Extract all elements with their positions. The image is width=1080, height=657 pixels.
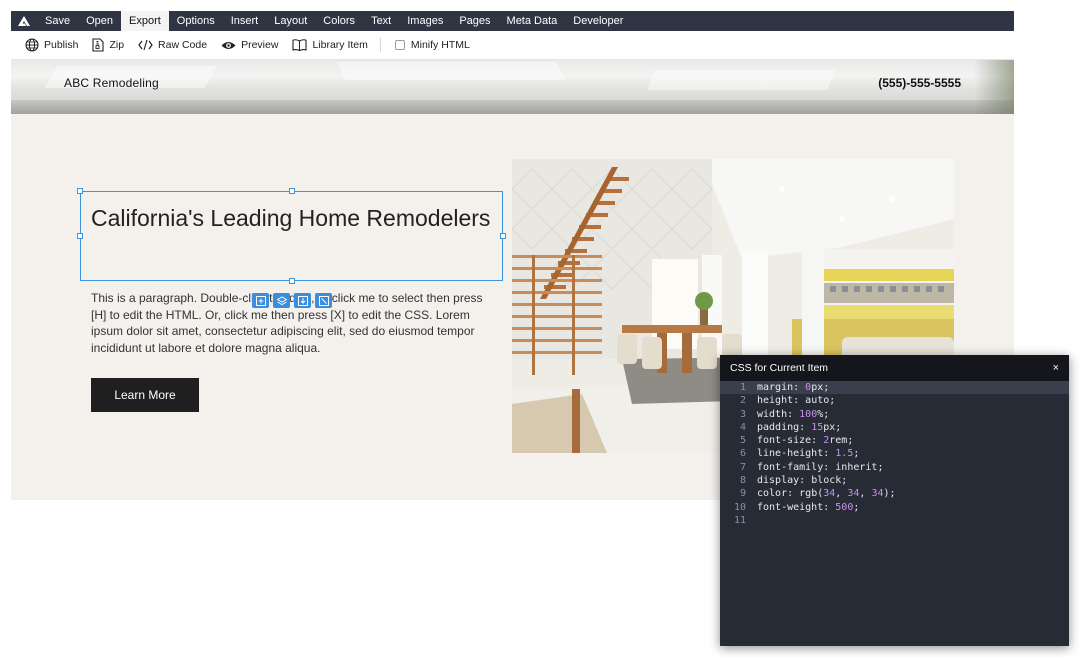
menu-developer[interactable]: Developer [565,11,631,31]
menu-insert[interactable]: Insert [223,11,267,31]
code-line[interactable]: 4 padding: 15px; [720,421,1069,434]
line-number: 8 [739,475,746,487]
zip-button[interactable]: Zip [92,38,124,52]
publish-label: Publish [44,39,79,51]
close-icon[interactable]: × [1053,362,1059,374]
layers-button[interactable] [273,293,290,308]
raw-code-button[interactable]: Raw Code [138,39,207,51]
css-editor-panel: CSS for Current Item × 1 margin: 0px; 2 hei… [720,355,1069,646]
banner-texture [336,62,566,80]
banner-texture [647,70,835,90]
code-line[interactable]: 8 display: block; [720,474,1069,487]
css-declaration: font-weight: 500; [757,501,860,513]
minify-html-label: Minify HTML [410,39,470,51]
menu-meta-data[interactable]: Meta Data [499,11,566,31]
menu-options[interactable]: Options [169,11,223,31]
code-line[interactable]: 9 color: rgb(34, 34, 34); [720,487,1069,500]
line-number: 7 [739,461,746,473]
code-line[interactable]: 2 height: auto; [720,394,1069,407]
logo-icon[interactable] [11,11,37,31]
learn-more-button[interactable]: Learn More [91,378,199,412]
menu-pages[interactable]: Pages [451,11,498,31]
save-to-library-button[interactable] [294,293,311,308]
code-line[interactable]: 7 font-family: inherit; [720,461,1069,474]
code-icon [138,39,153,51]
menu-colors[interactable]: Colors [315,11,363,31]
menu-export[interactable]: Export [121,11,169,31]
css-declaration: line-height: 1.5; [757,448,860,460]
site-phone[interactable]: (555)-555-5555 [878,76,961,90]
banner-foliage [974,60,1014,114]
css-declaration: display: block; [757,475,848,487]
download-icon [297,295,308,306]
resize-handle[interactable] [77,188,83,194]
css-declaration: height: auto; [757,395,836,407]
book-icon [292,39,307,51]
line-number: 10 [733,501,746,513]
line-number: 9 [739,488,746,500]
line-number: 2 [739,395,746,407]
line-number: 5 [739,435,746,447]
preview-label: Preview [241,39,279,51]
banner-shadow [11,100,1014,114]
css-declaration: font-family: inherit; [757,461,884,473]
library-item-label: Library Item [312,39,368,51]
css-declaration: font-size: 2rem; [757,435,854,447]
resize-handle[interactable] [289,188,295,194]
menu-bar: Save Open Export Options Insert Layout C… [11,11,1014,31]
minify-html-checkbox[interactable] [394,40,405,50]
line-number: 1 [739,382,746,393]
minify-html-toggle[interactable]: Minify HTML [394,39,470,51]
zip-label: Zip [109,39,125,51]
hero-headline[interactable]: California's Leading Home Remodelers [91,202,501,235]
resize-handle[interactable] [77,233,83,239]
css-code-editor[interactable]: 1 margin: 0px; 2 height: auto; 3 width: 100%;… [720,381,1069,527]
menu-text[interactable]: Text [363,11,399,31]
code-line[interactable]: 6 line-height: 1.5; [720,447,1069,460]
line-number: 11 [733,514,746,526]
css-declaration: color: rgb(34, 34, 34); [757,488,896,500]
menu-images[interactable]: Images [399,11,451,31]
menu-open[interactable]: Open [78,11,121,31]
css-declaration: width: 100%; [757,408,830,420]
code-line[interactable]: 10 font-weight: 500; [720,501,1069,514]
preview-button[interactable]: Preview [221,39,278,51]
add-icon [255,295,266,306]
export-toolbar: Publish Zip Raw Code Preview Library Ite… [11,31,1014,60]
code-line[interactable]: 5 font-size: 2rem; [720,434,1069,447]
line-number: 6 [739,448,746,460]
resize-handle[interactable] [289,278,295,284]
site-brand[interactable]: ABC Remodeling [64,76,159,90]
layers-icon [276,295,287,305]
css-panel-title: CSS for Current Item [730,362,829,374]
line-number: 4 [739,421,746,433]
code-line[interactable]: 1 margin: 0px; [720,381,1069,395]
menu-save[interactable]: Save [37,11,78,31]
library-item-button[interactable]: Library Item [292,39,368,51]
menu-layout[interactable]: Layout [266,11,315,31]
css-declaration: padding: 15px; [757,421,842,433]
publish-button[interactable]: Publish [25,38,78,52]
line-number: 3 [739,408,746,420]
item-toolbar [252,293,332,308]
delete-element-button[interactable] [315,293,332,308]
site-header-banner[interactable]: ABC Remodeling (555)-555-5555 [11,60,1014,114]
remove-icon [318,295,329,306]
eye-icon [221,41,236,49]
add-element-button[interactable] [252,293,269,308]
css-panel-header: CSS for Current Item × [720,355,1069,381]
code-line[interactable]: 3 width: 100%; [720,408,1069,421]
toolbar-divider [379,38,381,52]
zip-file-icon [92,38,105,52]
raw-code-label: Raw Code [158,39,208,51]
css-declaration: margin: 0px; [757,382,830,393]
code-line[interactable]: 11 [720,514,1069,527]
globe-icon [25,38,39,52]
